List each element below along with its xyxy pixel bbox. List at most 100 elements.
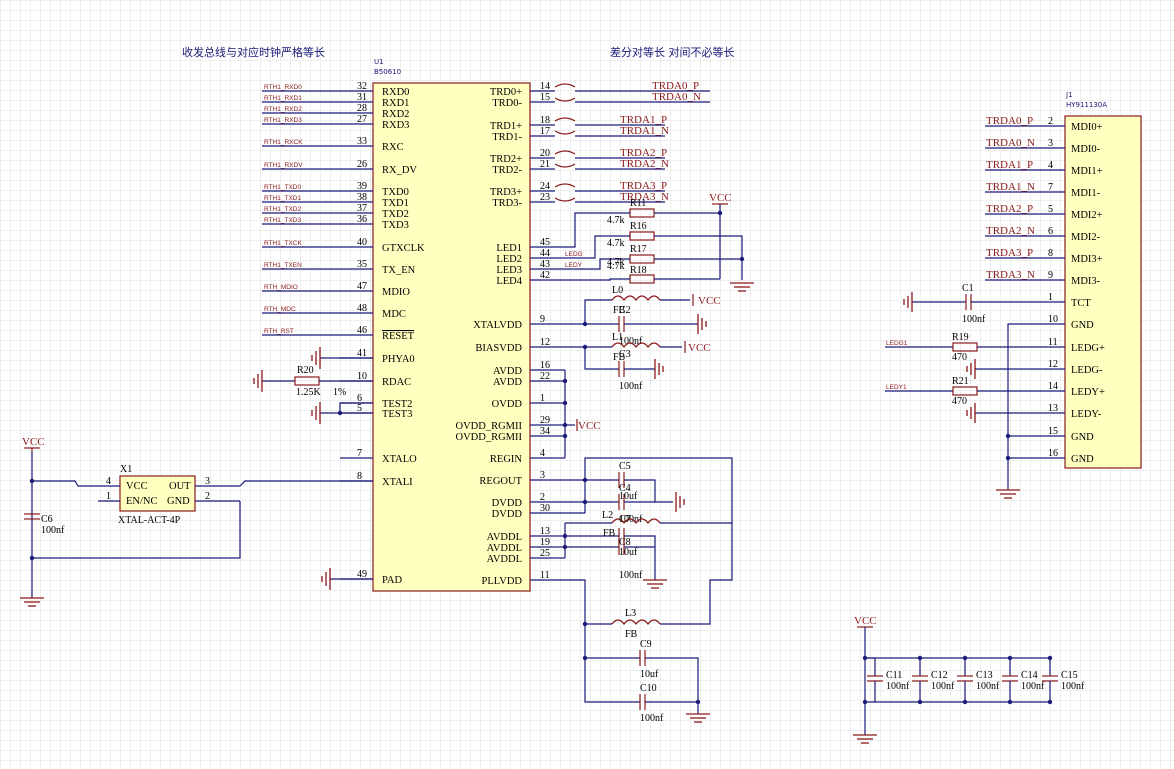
u1-pin-num: 4 <box>540 448 545 459</box>
r19-des: R19 <box>952 332 969 343</box>
j1-pin-mdi2: MDI2- <box>1071 232 1101 243</box>
x1-pin1-num: 1 <box>106 491 111 502</box>
u1-pin-rdac: RDAC <box>382 377 411 388</box>
j1-pin-num: 3 <box>1048 138 1053 149</box>
vcc-label-left: VCC <box>22 436 45 448</box>
u1-pin-num: 14 <box>540 81 550 92</box>
u1-pin-xtalo: XTALO <box>382 454 417 465</box>
j1-pin-num: 10 <box>1048 314 1058 325</box>
u1-pin-num: 28 <box>357 103 367 114</box>
note-right: 差分对等长 对间不必等长 <box>610 45 735 59</box>
c9-des: C9 <box>640 639 652 650</box>
c2-des: C2 <box>619 305 631 316</box>
x1-pin4-num: 4 <box>106 476 111 487</box>
j1-net-0p: TRDA0_P <box>986 115 1033 127</box>
ground-icon <box>643 579 667 589</box>
x1-pin-gnd: GND <box>167 496 190 507</box>
junction-dot <box>1047 655 1053 661</box>
u1-pin-trd3: TRD3+ <box>490 187 522 198</box>
u1-pin-avddl: AVDDL <box>487 532 522 543</box>
note-left: 收发总线与对应时钟严格等长 <box>182 45 325 59</box>
r20-resistor[interactable] <box>294 376 320 386</box>
u1-pin-rxc: RXC <box>382 142 404 153</box>
u1-pin-num: 29 <box>540 415 550 426</box>
u1-pin-dvdd: DVDD <box>492 509 523 520</box>
u1-pin-num: 10 <box>357 371 367 382</box>
net-ledy: LEDY <box>565 262 583 269</box>
u1-pin-txd0: TXD0 <box>382 187 409 198</box>
net-trda0n: TRDA0_N <box>652 91 701 103</box>
c12-val: 100nf <box>931 681 955 692</box>
junction-dot <box>862 699 868 705</box>
r16-des: R16 <box>630 221 647 232</box>
u1-pin-trd1: TRD1- <box>492 132 522 143</box>
u1-pin-num: 37 <box>357 203 367 214</box>
u1-part: B50610 <box>374 68 401 76</box>
x1-pin-out: OUT <box>169 481 191 492</box>
ground-icon <box>730 282 754 292</box>
l1-des: L1 <box>612 332 623 343</box>
c6-val: 100nf <box>41 525 65 536</box>
u1-net-rth1-txd0: RTH1_TXD0 <box>264 184 301 191</box>
r16-resistor[interactable] <box>629 231 655 241</box>
vcc-label-bank: VCC <box>854 615 877 627</box>
u1-pin-dvdd: DVDD <box>492 498 523 509</box>
r11-des: R11 <box>630 198 646 209</box>
r21-resistor[interactable] <box>952 386 978 396</box>
u1-pin-num: 16 <box>540 360 550 371</box>
u1-pin-num: 7 <box>357 448 362 459</box>
r19-resistor[interactable] <box>952 342 978 352</box>
u1-pin-avddl: AVDDL <box>487 543 522 554</box>
u1-pin-num: 24 <box>540 181 550 192</box>
u1-pin-mdio: MDIO <box>382 287 410 298</box>
u1-net-rth1-rxd3: RTH1_RXD3 <box>264 117 302 124</box>
x1-pin-vcc: VCC <box>126 481 148 492</box>
u1-pin-trd2: TRD2- <box>492 165 522 176</box>
c11-des: C11 <box>886 670 902 681</box>
vcc-label-biasvdd: VCC <box>688 342 711 354</box>
r17-resistor[interactable] <box>629 254 655 264</box>
j1-net-3n: TRDA3_N <box>986 269 1035 281</box>
l3-des: L3 <box>625 608 636 619</box>
c10-des: C10 <box>640 683 657 694</box>
u1-net-rth1-txd1: RTH1_TXD1 <box>264 195 301 202</box>
u1-pin-num: 9 <box>540 314 545 325</box>
c8-val: 10uf <box>619 547 638 558</box>
j1-pin-num: 13 <box>1048 403 1058 414</box>
u1-pin-num: 3 <box>540 470 545 481</box>
u1-net-rth-mdio: RTH_MDIO <box>264 284 298 291</box>
c14-des: C14 <box>1021 670 1038 681</box>
j1-pin-mdi2: MDI2+ <box>1071 210 1103 221</box>
u1-pin-mdc: MDC <box>382 309 406 320</box>
x1-designator: X1 <box>120 464 132 475</box>
u1-pin-num: 35 <box>357 259 367 270</box>
c3-val: 100nf <box>619 381 643 392</box>
r11-resistor[interactable] <box>629 208 655 218</box>
u1-pin-num: 21 <box>540 159 550 170</box>
r21-val: 470 <box>952 396 967 407</box>
j1-pin-gnd: GND <box>1071 432 1094 443</box>
j1-pin-num: 5 <box>1048 204 1053 215</box>
net-ledg: LEDG <box>565 251 583 258</box>
u1-pin-num: 39 <box>357 181 367 192</box>
u1-pin-num: 36 <box>357 214 367 225</box>
junction-dot <box>917 655 923 661</box>
u1-pin-xtali: XTALI <box>382 477 413 488</box>
ground-icon <box>697 314 707 334</box>
u1-pin-rxd1: RXD1 <box>382 98 409 109</box>
r18-resistor[interactable] <box>629 274 655 284</box>
ground-icon <box>253 370 263 392</box>
j1-pin-mdi3: MDI3- <box>1071 276 1101 287</box>
u1-pin-num: 48 <box>357 303 367 314</box>
schematic-sheet: 收发总线与对应时钟严格等长 差分对等长 对间不必等长 U1 B50610 32 R… <box>0 0 1174 769</box>
u1-pin-regout: REGOUT <box>479 476 522 487</box>
u1-pin-rx-dv: RX_DV <box>382 165 417 176</box>
u1-net-rth1-txd3: RTH1_TXD3 <box>264 217 301 224</box>
ground-icon <box>903 292 913 312</box>
j1-net-1p: TRDA1_P <box>986 159 1033 171</box>
j1-pin-num: 8 <box>1048 248 1053 259</box>
j1-pin-ledg: LEDG+ <box>1071 343 1105 354</box>
j1-pin-num: 4 <box>1048 160 1053 171</box>
u1-pin-gtxclk: GTXCLK <box>382 243 425 254</box>
l0-des: L0 <box>612 285 623 296</box>
